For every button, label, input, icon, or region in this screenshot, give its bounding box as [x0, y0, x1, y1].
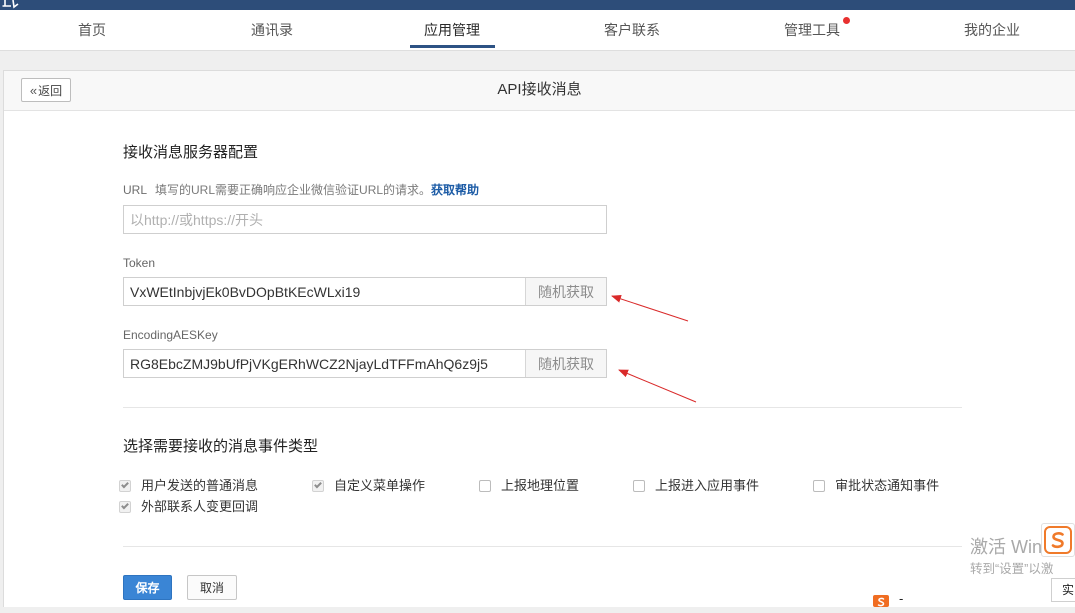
- tab-label: 客户联系: [604, 21, 660, 38]
- checkbox[interactable]: [633, 479, 646, 492]
- event-option-external-contact[interactable]: 外部联系人变更回调: [119, 496, 258, 517]
- api-receive-panel: API接收消息 返回 接收消息服务器配置 URL 填写的URL需要正确响应企业微信…: [3, 70, 1075, 607]
- sogou-logo-icon: [877, 597, 885, 607]
- url-field: [123, 205, 607, 234]
- active-tab-indicator: [410, 45, 495, 48]
- double-chevron-left-icon: [30, 83, 38, 98]
- tab-label: 通讯录: [251, 21, 293, 38]
- tab-text-wrap: 应用管理: [424, 22, 480, 39]
- sogou-ime-mini-icon[interactable]: [873, 595, 889, 607]
- event-option-label: 外部联系人变更回调: [141, 499, 259, 514]
- token-input[interactable]: [124, 278, 525, 305]
- ime-status-text: -: [899, 591, 904, 606]
- help-link[interactable]: 获取帮助: [431, 183, 479, 197]
- token-field: 随机获取: [123, 277, 607, 306]
- event-type-options: 用户发送的普通消息 自定义菜单操作 上报地理位置 上报进入应用事件 审批状态通知…: [119, 475, 965, 517]
- checkbox[interactable]: [813, 479, 826, 492]
- sogou-ime-icon[interactable]: [1041, 523, 1075, 557]
- sogou-logo-icon: [1044, 526, 1072, 554]
- event-option-label: 上报地理位置: [501, 478, 580, 493]
- ime-mode-button[interactable]: 实: [1051, 578, 1075, 602]
- tab-label: 管理工具: [784, 21, 840, 38]
- url-hint-text: 填写的URL需要正确响应企业微信验证URL的请求。: [155, 183, 432, 197]
- url-label: URL: [123, 183, 148, 197]
- event-option-label: 审批状态通知事件: [835, 478, 940, 493]
- main-nav: 首页 通讯录 应用管理 客户联系 管理工具 我的企业: [0, 10, 1075, 51]
- event-option-normal-message[interactable]: 用户发送的普通消息: [119, 475, 258, 496]
- save-button[interactable]: 保存: [123, 575, 172, 600]
- tab-text-wrap: 管理工具: [784, 16, 850, 39]
- cancel-button[interactable]: 取消: [187, 575, 237, 600]
- notification-dot: [843, 16, 850, 24]
- page-title: API接收消息: [497, 81, 582, 98]
- tab-app-management[interactable]: 应用管理: [362, 10, 542, 50]
- event-option-enter-app[interactable]: 上报进入应用事件: [633, 475, 759, 496]
- aes-key-label: EncodingAESKey: [123, 328, 218, 342]
- aes-key-field: 随机获取: [123, 349, 607, 378]
- aes-key-random-button[interactable]: 随机获取: [525, 350, 606, 377]
- event-option-label: 上报进入应用事件: [655, 478, 760, 493]
- event-option-report-location[interactable]: 上报地理位置: [479, 475, 579, 496]
- tab-text-wrap: 客户联系: [604, 22, 660, 39]
- checkbox[interactable]: [479, 479, 492, 492]
- checkbox[interactable]: [119, 500, 131, 513]
- top-header-bar: [0, 0, 1075, 10]
- url-hint: URL 填写的URL需要正确响应企业微信验证URL的请求。获取帮助: [123, 183, 479, 197]
- back-label: 返回: [38, 83, 63, 98]
- tab-my-enterprise[interactable]: 我的企业: [902, 10, 1075, 50]
- logo-fragment: [2, 0, 19, 9]
- section-divider: [123, 546, 962, 547]
- tab-text-wrap: 我的企业: [964, 22, 1020, 39]
- tab-text-wrap: 首页: [78, 22, 106, 39]
- tab-home[interactable]: 首页: [2, 10, 182, 50]
- event-option-approval-status[interactable]: 审批状态通知事件: [813, 475, 939, 496]
- back-button[interactable]: 返回: [21, 78, 71, 102]
- tab-label: 应用管理: [424, 21, 480, 38]
- event-option-custom-menu[interactable]: 自定义菜单操作: [312, 475, 425, 496]
- event-option-label: 用户发送的普通消息: [141, 478, 259, 493]
- section-divider: [123, 407, 962, 408]
- tab-label: 首页: [78, 21, 106, 38]
- tab-text-wrap: 通讯录: [251, 22, 293, 39]
- tab-label: 我的企业: [964, 21, 1020, 38]
- checkmark-icon: [121, 480, 129, 488]
- token-random-button[interactable]: 随机获取: [525, 278, 606, 305]
- aes-key-input[interactable]: [124, 350, 525, 377]
- tab-contacts[interactable]: 通讯录: [182, 10, 362, 50]
- checkmark-icon: [314, 480, 322, 488]
- checkbox[interactable]: [312, 479, 325, 492]
- nav-tabs: 首页 通讯录 应用管理 客户联系 管理工具 我的企业: [2, 10, 1075, 50]
- token-label: Token: [123, 256, 156, 270]
- url-input[interactable]: [124, 206, 606, 233]
- server-config-heading: 接收消息服务器配置: [123, 144, 259, 161]
- event-option-label: 自定义菜单操作: [334, 478, 426, 493]
- event-types-heading: 选择需要接收的消息事件类型: [123, 438, 319, 455]
- checkmark-icon: [121, 501, 129, 509]
- panel-header: API接收消息 返回: [4, 71, 1075, 111]
- tab-customer-contact[interactable]: 客户联系: [542, 10, 722, 50]
- tab-management-tools[interactable]: 管理工具: [722, 10, 902, 50]
- checkbox[interactable]: [119, 479, 131, 492]
